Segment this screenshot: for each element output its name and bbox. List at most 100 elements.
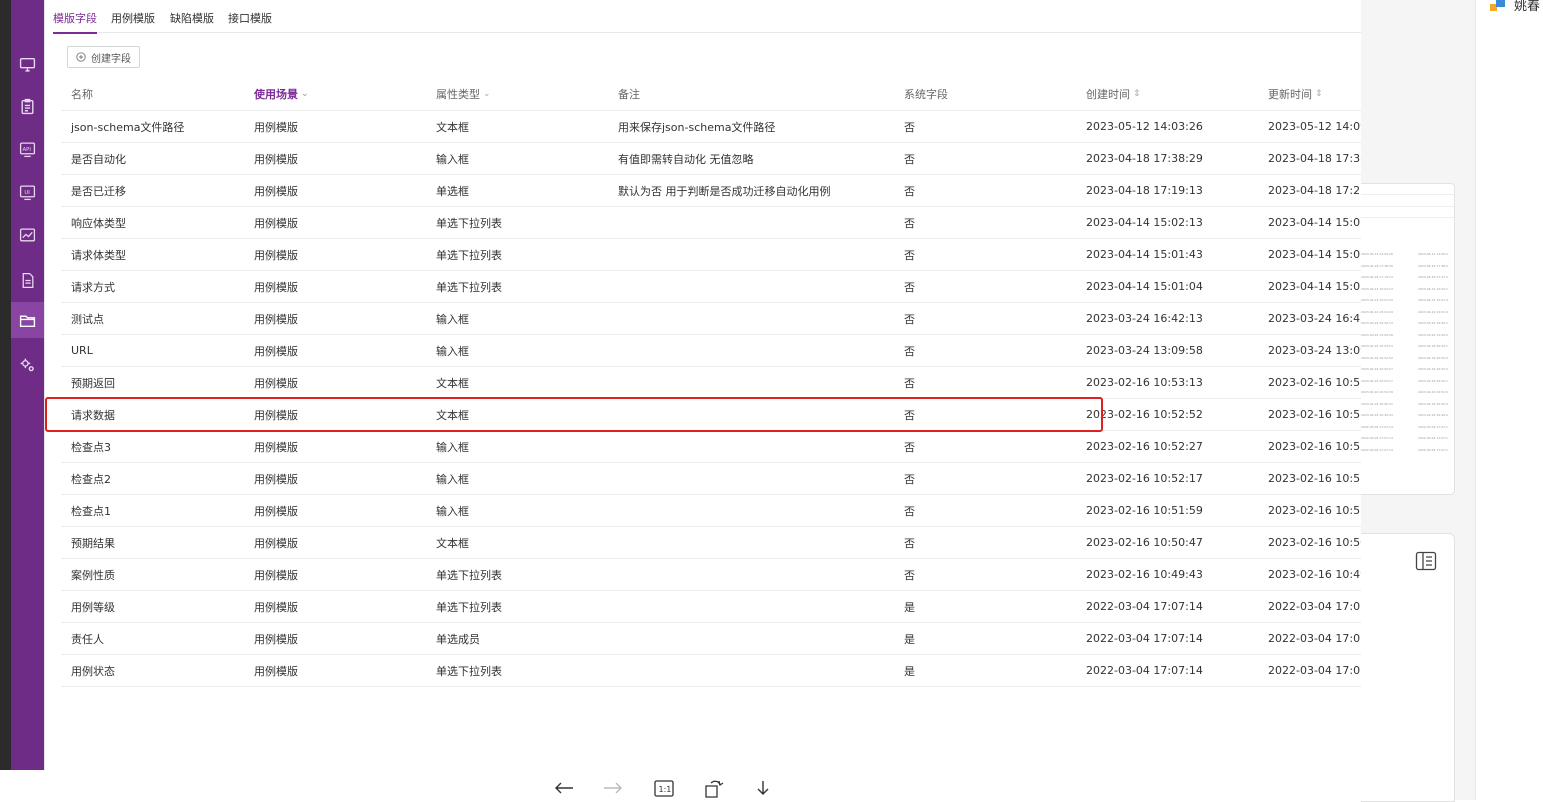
cell-type: 单选下拉列表 (436, 664, 502, 678)
cell-type: 文本框 (436, 408, 469, 422)
header-created-label: 创建时间 (1086, 88, 1130, 101)
thumb-text: 2023-04-14 15:02:13 (1361, 286, 1393, 291)
tab-defect-template[interactable]: 缺陷模版 (170, 10, 214, 32)
table-row[interactable]: 是否已迁移 用例模版 单选框 默认为否 用于判断是否成功迁移自动化用例 否 2023-04… (61, 175, 1362, 207)
tab-api-template[interactable]: 接口模版 (228, 10, 272, 32)
cell-type: 单选下拉列表 (436, 248, 502, 262)
template-tabs: 模版字段 用例模版 缺陷模版 接口模版 (53, 0, 1362, 34)
thumb-text: 2023-04-18 17:38:29 (1361, 263, 1393, 268)
cell-name: 责任人 (71, 632, 104, 646)
thumb-text: 2023-02-16 10:52:2 (1418, 367, 1448, 371)
table-row[interactable]: 请求方式 用例模版 单选下拉列表 否 2023-04-14 15:01:04 2023-0… (61, 271, 1362, 303)
nav-folder-icon[interactable] (11, 302, 44, 338)
header-scene-label: 使用场景 (254, 88, 298, 101)
header-scene[interactable]: 使用场景 ⌄ (254, 78, 429, 110)
sort-icon[interactable]: ⇕ (1133, 89, 1141, 99)
table-row[interactable]: 案例性质 用例模版 单选下拉列表 否 2023-02-16 10:49:43 2023-0… (61, 559, 1362, 591)
arrow-left-icon[interactable] (552, 777, 576, 799)
thumb-text: 2023-02-16 10:50:4 (1418, 401, 1448, 406)
thumb-text: 2023-02-16 10:52:1 (1418, 378, 1448, 383)
table-row[interactable]: URL 用例模版 输入框 否 2023-03-24 13:09:58 2023-03-24… (61, 335, 1362, 367)
cell-updated: 2023-04-18 17:38:2 (1268, 152, 1362, 165)
nav-chart-icon[interactable] (11, 217, 44, 253)
filter-chevron-icon[interactable]: ⌄ (483, 89, 491, 99)
cell-type: 文本框 (436, 376, 469, 390)
cell-updated: 2023-04-14 15:02:1 (1268, 216, 1362, 229)
thumb-text: 2023-02-16 10:53:13 (1361, 344, 1393, 348)
cell-scene: 用例模版 (254, 280, 298, 294)
thumb-text: 2022-03-04 17:07:14 (1361, 436, 1393, 440)
filter-chevron-icon[interactable]: ⌄ (301, 89, 309, 99)
download-icon[interactable] (751, 777, 775, 799)
sort-icon[interactable]: ⇕ (1315, 89, 1323, 99)
nav-report-icon[interactable] (11, 262, 44, 298)
cell-note (618, 591, 898, 622)
sidebar-panel-icon[interactable] (1415, 551, 1437, 571)
header-created[interactable]: 创建时间 ⇕ (1086, 78, 1261, 110)
svg-text:API: API (23, 147, 32, 153)
cell-type: 单选下拉列表 (436, 568, 502, 582)
cell-note (618, 335, 898, 366)
create-field-button[interactable]: 创建字段 (67, 46, 140, 68)
right-panel (1475, 0, 1543, 800)
cell-note (618, 431, 898, 462)
header-type[interactable]: 属性类型 ⌄ (436, 78, 611, 110)
cell-created: 2022-03-04 17:07:14 (1086, 632, 1203, 645)
nav-clipboard-icon[interactable] (11, 88, 44, 124)
tab-case-template[interactable]: 用例模版 (111, 10, 155, 32)
table-row[interactable]: 用例等级 用例模版 单选下拉列表 是 2022-03-04 17:07:14 2022-0… (61, 591, 1362, 623)
cell-updated: 2023-05-12 14:09:2 (1268, 120, 1362, 133)
table-row[interactable]: 检查点3 用例模版 输入框 否 2023-02-16 10:52:27 2023-02-1… (61, 431, 1362, 463)
cell-updated: 2022-03-04 17:07:1 (1268, 664, 1362, 677)
thumb-text: 2023-02-16 10:53:1 (1418, 344, 1448, 348)
table-row[interactable]: 用例状态 用例模版 单选下拉列表 是 2022-03-04 17:07:14 2022-0… (61, 655, 1362, 687)
nav-ui-icon[interactable]: UI (11, 174, 44, 210)
page-thumbnail[interactable]: 2023-05-12 14:03:26 2023-05-12 14:09:2 202… (1361, 183, 1455, 495)
cell-created: 2023-04-18 17:38:29 (1086, 152, 1203, 165)
thumb-text: 2023-04-14 15:01:43 (1361, 298, 1393, 302)
cell-created: 2023-05-12 14:03:26 (1086, 120, 1203, 133)
side-card (1361, 533, 1455, 802)
table-row[interactable]: 责任人 用例模版 单选成员 是 2022-03-04 17:07:14 2022-03-0… (61, 623, 1362, 655)
cell-scene: 用例模版 (254, 344, 298, 358)
cell-scene: 用例模版 (254, 312, 298, 326)
cell-scene: 用例模版 (254, 408, 298, 422)
table-row[interactable]: 是否自动化 用例模版 输入框 有值即需转自动化 无值忽略 否 2023-04-18 17:… (61, 143, 1362, 175)
cell-name: 检查点1 (71, 504, 111, 518)
cell-updated: 2023-04-14 15:01:4 (1268, 248, 1362, 261)
header-updated[interactable]: 更新时间 ⇕ (1268, 78, 1362, 110)
table-row[interactable]: 请求数据 用例模版 文本框 否 2023-02-16 10:52:52 2023-02-1… (61, 399, 1362, 431)
nav-settings-icon[interactable] (11, 347, 44, 383)
table-row[interactable]: 检查点2 用例模版 输入框 否 2023-02-16 10:52:17 2023-02-1… (61, 463, 1362, 495)
nav-monitor-icon[interactable] (11, 46, 44, 82)
arrow-right-icon[interactable] (601, 777, 625, 799)
table-row[interactable]: 检查点1 用例模版 输入框 否 2023-02-16 10:51:59 2023-02-1… (61, 495, 1362, 527)
thumb-divider (1361, 194, 1454, 195)
cell-created: 2023-04-18 17:19:13 (1086, 184, 1203, 197)
thumb-text: 2023-05-12 14:09:2 (1418, 252, 1448, 256)
thumb-divider (1361, 206, 1454, 207)
thumb-text: 2023-02-16 10:52:52 (1361, 355, 1393, 360)
cell-scene: 用例模版 (254, 632, 298, 646)
cell-name: 是否自动化 (71, 152, 126, 166)
thumb-text: 2022-03-04 17:07:1 (1418, 424, 1448, 429)
table-row[interactable]: 请求体类型 用例模版 单选下拉列表 否 2023-04-14 15:01:43 2023-… (61, 239, 1362, 271)
table-row[interactable]: 响应体类型 用例模版 单选下拉列表 否 2023-04-14 15:02:13 2023-… (61, 207, 1362, 239)
actual-size-icon[interactable]: 1:1 (652, 777, 676, 799)
header-note: 备注 (618, 78, 898, 110)
header-system: 系统字段 (904, 78, 1079, 110)
tab-field-template[interactable]: 模版字段 (53, 10, 97, 34)
table-row[interactable]: 预期结果 用例模版 文本框 否 2023-02-16 10:50:47 2023-02-1… (61, 527, 1362, 559)
rotate-icon[interactable] (701, 777, 725, 799)
cell-type: 单选下拉列表 (436, 216, 502, 230)
cell-updated: 2023-02-16 10:52:2 (1268, 440, 1362, 453)
cell-created: 2023-04-14 15:01:04 (1086, 280, 1203, 293)
table-row[interactable]: 预期返回 用例模版 文本框 否 2023-02-16 10:53:13 2023-02-1… (61, 367, 1362, 399)
cell-name: 是否已迁移 (71, 184, 126, 198)
table-row[interactable]: 测试点 用例模版 输入框 否 2023-03-24 16:42:13 2023-03-24… (61, 303, 1362, 335)
nav-api-icon[interactable]: API (11, 131, 44, 167)
cell-type: 输入框 (436, 152, 469, 166)
cell-created: 2023-03-24 13:09:58 (1086, 344, 1203, 357)
table-row[interactable]: json-schema文件路径 用例模版 文本框 用来保存json-schema文件路… (61, 111, 1362, 143)
cell-name: json-schema文件路径 (71, 120, 185, 134)
